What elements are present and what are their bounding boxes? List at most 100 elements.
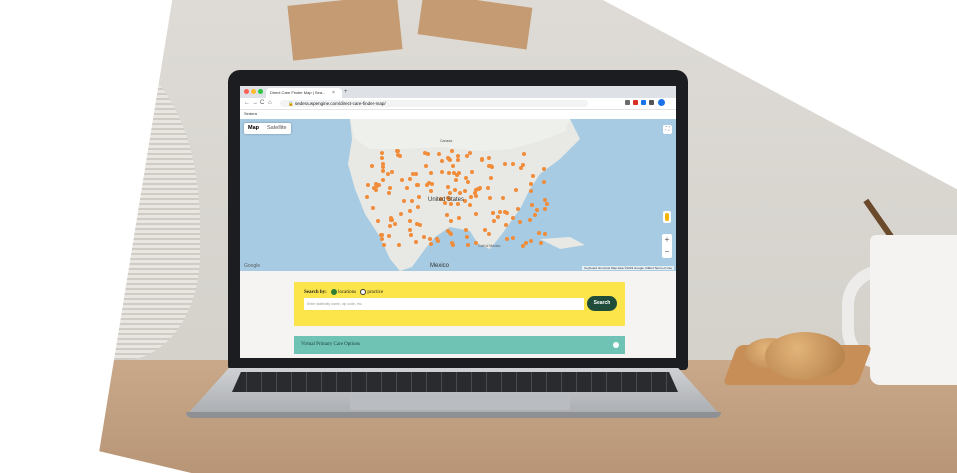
search-input[interactable]: Enter state/city name, zip code, etc. [304, 298, 584, 310]
street-view-pegman-icon[interactable] [663, 211, 671, 223]
provider-marker[interactable] [542, 232, 547, 237]
provider-marker[interactable] [473, 193, 478, 198]
provider-marker[interactable] [528, 217, 533, 222]
provider-marker[interactable] [448, 219, 453, 224]
provider-marker[interactable] [381, 243, 386, 248]
provider-marker[interactable] [445, 212, 449, 217]
provider-marker[interactable] [491, 210, 495, 215]
provider-marker[interactable] [407, 227, 412, 232]
provider-marker[interactable] [399, 177, 404, 182]
radio-practice[interactable] [360, 289, 367, 295]
fullscreen-button[interactable]: ⛶ [663, 125, 672, 134]
virtual-primary-care-accordion[interactable]: Virtual Primary Care Options [294, 336, 625, 354]
provider-marker[interactable] [421, 235, 426, 240]
provider-marker[interactable] [477, 185, 482, 190]
provider-marker[interactable] [517, 219, 522, 224]
satellite-tab[interactable]: Satellite [263, 123, 291, 134]
provider-marker[interactable] [485, 186, 490, 191]
provider-marker[interactable] [450, 163, 455, 168]
provider-marker[interactable] [487, 196, 492, 201]
provider-marker[interactable] [457, 215, 462, 220]
provider-marker[interactable] [541, 167, 546, 171]
provider-marker[interactable] [518, 165, 523, 170]
radio-practice-label[interactable]: practice [367, 290, 383, 295]
expand-icon[interactable] [613, 342, 619, 348]
provider-marker[interactable] [542, 197, 547, 202]
provider-marker[interactable] [427, 237, 432, 242]
provider-marker[interactable] [446, 157, 451, 162]
provider-marker[interactable] [486, 156, 491, 161]
provider-marker[interactable] [520, 243, 525, 248]
url-input[interactable]: 🔒 sedera.wpengine.com/direct-care-finder… [280, 100, 588, 107]
provider-marker[interactable] [470, 169, 475, 174]
extension-icon-1[interactable] [625, 100, 630, 105]
provider-marker[interactable] [545, 201, 549, 206]
provider-marker[interactable] [497, 209, 502, 214]
provider-marker[interactable] [396, 242, 401, 247]
provider-marker[interactable] [464, 175, 469, 180]
provider-marker[interactable] [380, 169, 385, 173]
provider-marker[interactable] [416, 204, 421, 209]
provider-marker[interactable] [387, 186, 392, 191]
provider-marker[interactable] [536, 230, 541, 235]
extension-icon-3[interactable] [641, 100, 646, 105]
bookmark-sedera[interactable]: Sedera [244, 111, 257, 116]
radio-locations-label[interactable]: locations [338, 290, 356, 295]
provider-marker[interactable] [535, 207, 540, 212]
provider-marker[interactable] [528, 188, 533, 193]
provider-marker[interactable] [380, 155, 385, 160]
map[interactable]: Map Satellite ⛶ Canada United States Mex… [240, 119, 676, 271]
zoom-out-button[interactable]: − [662, 246, 672, 258]
provider-marker[interactable] [542, 206, 547, 211]
map-tab[interactable]: Map [244, 123, 263, 134]
provider-marker[interactable] [513, 188, 518, 193]
radio-locations[interactable] [331, 289, 338, 295]
tab-close-icon[interactable]: × [332, 88, 335, 98]
provider-marker[interactable] [473, 211, 478, 216]
provider-marker[interactable] [428, 171, 433, 175]
provider-marker[interactable] [370, 206, 375, 210]
provider-marker[interactable] [369, 163, 374, 168]
provider-marker[interactable] [500, 195, 505, 200]
forward-icon[interactable]: → [252, 99, 258, 108]
provider-marker[interactable] [379, 237, 384, 241]
provider-marker[interactable] [409, 198, 414, 203]
provider-marker[interactable] [462, 189, 467, 193]
provider-marker[interactable] [407, 208, 412, 213]
close-window-dot[interactable] [244, 89, 249, 94]
provider-marker[interactable] [482, 227, 487, 232]
search-button[interactable]: Search [587, 296, 617, 311]
extension-icon-2[interactable] [633, 100, 638, 105]
provider-marker[interactable] [464, 235, 469, 240]
map-attribution[interactable]: Keyboard shortcuts Map data ©2023 Google… [582, 266, 674, 270]
provider-marker[interactable] [407, 177, 412, 182]
new-tab-icon[interactable]: + [344, 87, 348, 97]
provider-marker[interactable] [487, 231, 492, 236]
provider-marker[interactable] [434, 236, 439, 241]
provider-marker[interactable] [491, 219, 496, 223]
provider-marker[interactable] [538, 241, 543, 246]
provider-marker[interactable] [454, 172, 459, 177]
maximize-window-dot[interactable] [258, 89, 263, 94]
provider-marker[interactable] [455, 157, 460, 162]
provider-marker[interactable] [502, 161, 507, 166]
extension-icon-4[interactable] [649, 100, 654, 105]
provider-marker[interactable] [399, 211, 403, 216]
back-icon[interactable]: ← [244, 99, 250, 108]
minimize-window-dot[interactable] [251, 89, 256, 94]
provider-marker[interactable] [541, 179, 546, 184]
browser-tab[interactable]: Direct Care Finder Map | Sea... [266, 88, 342, 98]
provider-marker[interactable] [415, 221, 419, 226]
home-icon[interactable]: ⌂ [268, 99, 272, 108]
provider-marker[interactable] [396, 152, 401, 157]
provider-marker[interactable] [426, 180, 431, 185]
zoom-in-button[interactable]: + [662, 234, 672, 246]
provider-marker[interactable] [504, 236, 509, 241]
provider-marker[interactable] [465, 243, 470, 247]
provider-marker[interactable] [467, 202, 472, 207]
provider-marker[interactable] [416, 182, 421, 187]
provider-marker[interactable] [426, 151, 431, 156]
provider-marker[interactable] [371, 186, 376, 190]
provider-marker[interactable] [428, 188, 433, 193]
reload-icon[interactable]: C [260, 99, 264, 108]
